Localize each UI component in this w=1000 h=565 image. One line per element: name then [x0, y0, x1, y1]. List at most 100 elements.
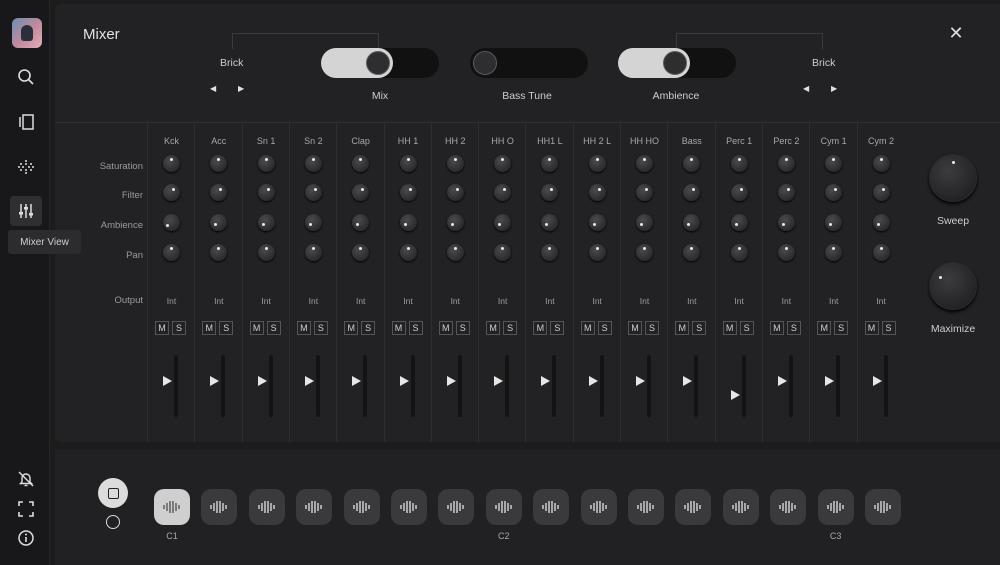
- maximize-knob[interactable]: [929, 262, 977, 310]
- solo-button[interactable]: S: [219, 321, 234, 335]
- volume-fader-track[interactable]: [315, 355, 320, 417]
- filter-knob[interactable]: [636, 184, 653, 201]
- solo-button[interactable]: S: [786, 321, 801, 335]
- pan-knob[interactable]: [163, 244, 180, 261]
- pan-knob[interactable]: [352, 244, 370, 261]
- volume-fader-handle[interactable]: [352, 376, 362, 387]
- saturation-knob[interactable]: [683, 155, 701, 172]
- ambience-knob[interactable]: [446, 214, 464, 231]
- filter-knob[interactable]: [825, 184, 843, 201]
- sample-pad[interactable]: [722, 489, 759, 525]
- volume-fader-track[interactable]: [174, 355, 178, 417]
- sample-pad[interactable]: [675, 489, 712, 525]
- filter-knob[interactable]: [210, 184, 228, 201]
- solo-button[interactable]: S: [645, 321, 659, 335]
- mute-button[interactable]: M: [296, 321, 311, 335]
- filter-knob[interactable]: [304, 184, 322, 201]
- saturation-knob[interactable]: [304, 155, 322, 172]
- saturation-knob[interactable]: [210, 155, 228, 172]
- mute-button[interactable]: M: [722, 321, 737, 335]
- left-preset-prev-button[interactable]: ◀: [210, 84, 238, 93]
- volume-fader-track[interactable]: [268, 355, 273, 417]
- ambience-knob[interactable]: [683, 214, 701, 231]
- mute-button[interactable]: M: [864, 321, 879, 335]
- output-select[interactable]: Int: [810, 296, 857, 306]
- sidebar-item-search[interactable]: [10, 62, 42, 92]
- notifications-off-button[interactable]: [10, 464, 42, 494]
- saturation-knob[interactable]: [636, 155, 653, 172]
- output-select[interactable]: Int: [526, 296, 573, 306]
- saturation-knob[interactable]: [352, 155, 370, 172]
- volume-fader-track[interactable]: [788, 355, 793, 417]
- solo-button[interactable]: S: [455, 321, 470, 335]
- sample-pad[interactable]: [533, 489, 570, 525]
- mute-button[interactable]: M: [580, 321, 595, 335]
- saturation-knob[interactable]: [163, 155, 180, 172]
- app-avatar[interactable]: [12, 18, 42, 48]
- ambience-knob[interactable]: [730, 214, 748, 231]
- sweep-knob[interactable]: [929, 154, 977, 202]
- mute-button[interactable]: M: [817, 321, 832, 335]
- sample-pad[interactable]: [391, 489, 427, 525]
- ambience-knob[interactable]: [494, 214, 512, 231]
- ambience-knob[interactable]: [352, 214, 370, 231]
- volume-fader-handle[interactable]: [210, 376, 220, 387]
- pan-knob[interactable]: [683, 244, 701, 261]
- saturation-knob[interactable]: [446, 155, 464, 172]
- volume-fader-handle[interactable]: [494, 376, 504, 387]
- pan-knob[interactable]: [730, 244, 748, 261]
- output-select[interactable]: Int: [479, 296, 526, 306]
- output-select[interactable]: Int: [668, 296, 715, 306]
- pan-knob[interactable]: [257, 244, 275, 261]
- solo-button[interactable]: S: [266, 321, 281, 335]
- saturation-knob[interactable]: [399, 155, 417, 172]
- volume-fader-handle[interactable]: [304, 376, 314, 387]
- volume-fader-track[interactable]: [363, 355, 368, 417]
- volume-fader-handle[interactable]: [541, 376, 551, 387]
- filter-knob[interactable]: [588, 184, 606, 201]
- solo-button[interactable]: S: [503, 321, 518, 335]
- solo-button[interactable]: S: [408, 321, 423, 335]
- close-button[interactable]: ✕: [947, 24, 965, 42]
- solo-button[interactable]: S: [834, 321, 849, 335]
- saturation-knob[interactable]: [825, 155, 843, 172]
- right-preset-next-button[interactable]: ▶: [831, 84, 859, 93]
- pan-knob[interactable]: [494, 244, 512, 261]
- output-select[interactable]: Int: [574, 296, 621, 306]
- pan-knob[interactable]: [399, 244, 417, 261]
- mute-button[interactable]: M: [155, 321, 169, 335]
- output-select[interactable]: Int: [716, 296, 763, 306]
- sample-pad[interactable]: [770, 489, 807, 525]
- info-button[interactable]: [10, 523, 42, 553]
- sidebar-item-library[interactable]: [10, 107, 42, 137]
- mute-button[interactable]: M: [628, 321, 642, 335]
- volume-fader-track[interactable]: [694, 355, 699, 417]
- volume-fader-handle[interactable]: [257, 376, 267, 387]
- volume-fader-track[interactable]: [505, 355, 510, 417]
- pan-knob[interactable]: [777, 244, 795, 261]
- ambience-knob[interactable]: [210, 214, 228, 231]
- ambience-knob[interactable]: [541, 214, 559, 231]
- volume-fader-track[interactable]: [741, 355, 746, 417]
- pan-knob[interactable]: [825, 244, 843, 261]
- toggle-switch[interactable]: [470, 48, 588, 78]
- sample-pad[interactable]: [485, 489, 522, 525]
- solo-button[interactable]: S: [597, 321, 612, 335]
- toggle-switch[interactable]: [618, 48, 736, 78]
- output-select[interactable]: Int: [148, 296, 195, 306]
- saturation-knob[interactable]: [588, 155, 606, 172]
- left-preset-next-button[interactable]: ▶: [238, 84, 266, 93]
- volume-fader-track[interactable]: [552, 355, 557, 417]
- sample-pad[interactable]: [817, 489, 854, 525]
- solo-button[interactable]: S: [172, 321, 186, 335]
- filter-knob[interactable]: [541, 184, 559, 201]
- solo-button[interactable]: S: [739, 321, 754, 335]
- ambience-knob[interactable]: [163, 214, 180, 231]
- filter-knob[interactable]: [494, 184, 512, 201]
- output-select[interactable]: Int: [243, 296, 290, 306]
- ambience-knob[interactable]: [872, 214, 890, 231]
- pan-knob[interactable]: [872, 244, 890, 261]
- volume-fader-track[interactable]: [457, 355, 462, 417]
- output-select[interactable]: Int: [763, 296, 810, 306]
- pan-knob[interactable]: [446, 244, 464, 261]
